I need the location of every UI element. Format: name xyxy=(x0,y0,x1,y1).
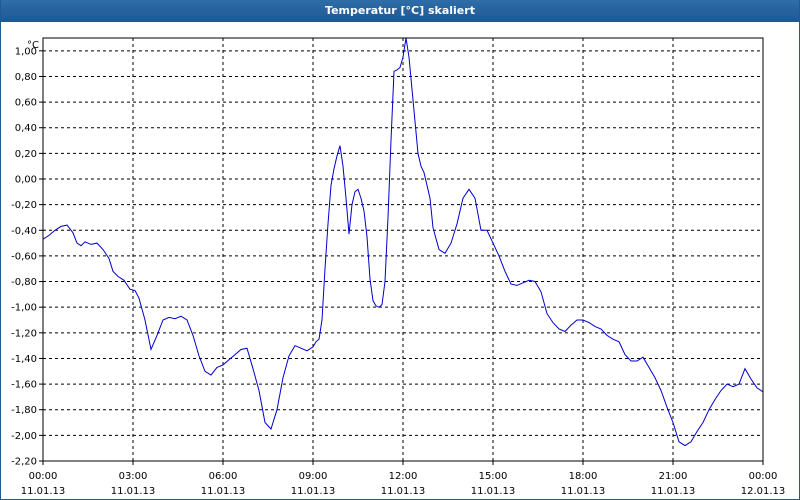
x-tick-time-label: 15:00 xyxy=(479,471,508,482)
x-tick-time-label: 06:00 xyxy=(209,471,238,482)
x-tick-time-label: 21:00 xyxy=(659,471,688,482)
y-tick-label: -0,80 xyxy=(11,277,37,288)
y-tick-label: 0,80 xyxy=(15,72,37,83)
x-tick-time-label: 12:00 xyxy=(389,471,418,482)
chart-window: Temperatur [°C] skaliert °C 1,00 0,80 0,60… xyxy=(0,0,800,500)
y-tick-label: -2,00 xyxy=(11,431,37,442)
x-axis: 00:00 11.01.13 03:00 11.01.13 06:00 11.01.13 0… xyxy=(21,461,786,497)
y-tick-label: 0,60 xyxy=(15,98,37,109)
x-tick-date-label: 11.01.13 xyxy=(21,486,66,497)
y-tick-label: -1,40 xyxy=(11,354,37,365)
y-tick-label: -0,40 xyxy=(11,226,37,237)
y-tick-label: -2,20 xyxy=(11,457,37,468)
x-tick-time-label: 00:00 xyxy=(29,471,58,482)
x-tick-time-label: 18:00 xyxy=(569,471,598,482)
x-tick-date-label: 12.01.13 xyxy=(741,486,786,497)
y-tick-label: -1,80 xyxy=(11,405,37,416)
x-tick-date-label: 11.01.13 xyxy=(381,486,426,497)
x-tick-date-label: 11.01.13 xyxy=(111,486,156,497)
x-tick-date-label: 11.01.13 xyxy=(651,486,696,497)
x-tick-date-label: 11.01.13 xyxy=(291,486,336,497)
y-tick-label: 1,00 xyxy=(15,46,37,57)
x-tick-time-label: 03:00 xyxy=(119,471,148,482)
y-tick-label: -1,20 xyxy=(11,328,37,339)
y-axis: 1,00 0,80 0,60 0,40 0,20 0,00 -0,20 -0,40 -0,60 -… xyxy=(11,46,43,468)
x-tick-time-label: 09:00 xyxy=(299,471,328,482)
y-tick-label: -1,00 xyxy=(11,303,37,314)
temperature-chart: °C 1,000,800,600,400,200,00-0,20-0,40-0,… xyxy=(11,37,786,497)
grid xyxy=(43,38,763,462)
y-tick-label: -0,20 xyxy=(11,200,37,211)
x-tick-date-label: 11.01.13 xyxy=(201,486,246,497)
y-tick-label: 0,00 xyxy=(15,175,37,186)
y-tick-label: -0,60 xyxy=(11,251,37,262)
y-tick-label: 0,40 xyxy=(15,123,37,134)
y-tick-label: -1,60 xyxy=(11,380,37,391)
x-tick-time-label: 00:00 xyxy=(749,471,778,482)
y-tick-label: 0,20 xyxy=(15,149,37,160)
x-tick-date-label: 11.01.13 xyxy=(561,486,606,497)
x-tick-date-label: 11.01.13 xyxy=(471,486,516,497)
